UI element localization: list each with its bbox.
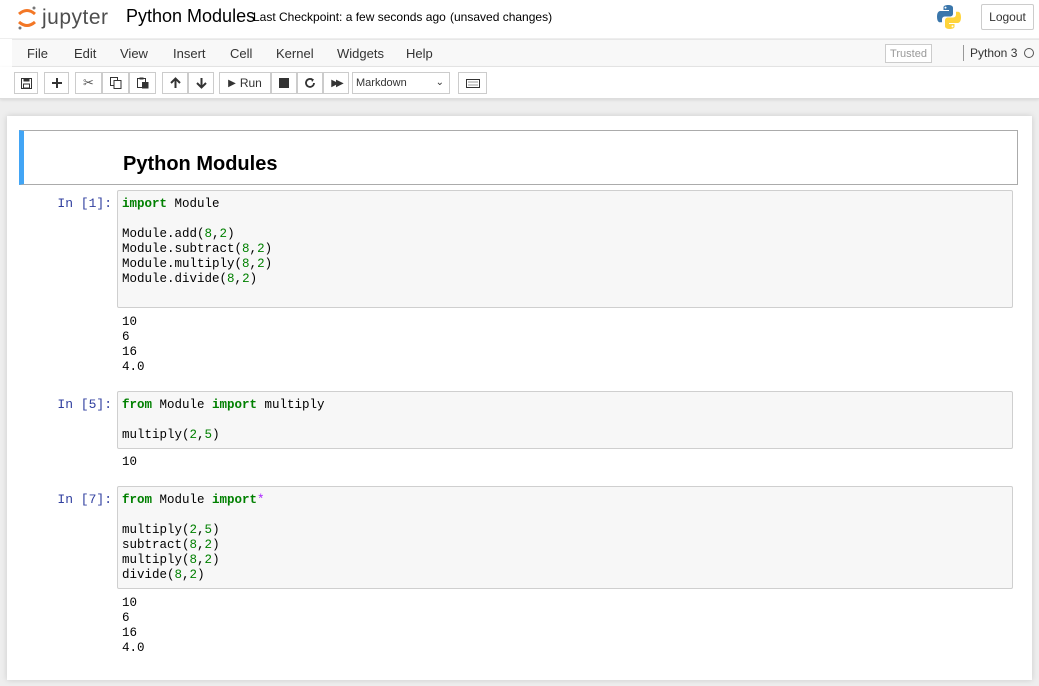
scissors-icon: ✂ <box>83 75 94 90</box>
logout-button[interactable]: Logout <box>981 4 1034 30</box>
cut-button[interactable]: ✂ <box>75 72 102 94</box>
save-button[interactable] <box>14 72 38 94</box>
keyboard-icon <box>465 78 480 88</box>
checkpoint-status: Last Checkpoint: a few seconds ago <box>253 10 446 24</box>
move-up-button[interactable] <box>162 72 188 94</box>
paste-button[interactable] <box>129 72 156 94</box>
run-button[interactable]: ▶ Run <box>219 72 271 94</box>
cell-output: 10 6 16 4.0 <box>122 596 145 655</box>
markdown-heading: Python Modules <box>123 153 278 175</box>
notebook-container: Python Modules In [1]: import Module Mod… <box>7 116 1032 680</box>
save-icon <box>20 77 32 89</box>
menu-view[interactable]: View <box>120 46 148 61</box>
cell-output: 10 <box>122 455 138 469</box>
arrow-down-icon <box>195 78 207 89</box>
menu-edit[interactable]: Edit <box>74 46 96 61</box>
menu-kernel[interactable]: Kernel <box>276 46 314 61</box>
paste-icon <box>136 77 148 89</box>
kernel-name: Python 3 <box>963 45 1017 61</box>
code-cell-input[interactable]: import Module Module.add(8,2) Module.sub… <box>117 190 1013 308</box>
jupyter-logo[interactable]: jupyter <box>16 4 109 32</box>
copy-icon <box>109 77 121 89</box>
code-text: from Module import multiply multiply(2,5… <box>122 398 325 442</box>
move-down-button[interactable] <box>188 72 214 94</box>
refresh-icon <box>305 78 315 88</box>
copy-button[interactable] <box>102 72 129 94</box>
python-logo-icon <box>937 5 961 29</box>
run-label: Run <box>239 76 262 90</box>
command-palette-button[interactable] <box>458 72 487 94</box>
cell-output: 10 6 16 4.0 <box>122 315 145 374</box>
menubar: File Edit View Insert Cell Kernel Widget… <box>0 39 1039 67</box>
cell-type-value: Markdown <box>356 77 407 89</box>
input-prompt: In [1]: <box>57 196 112 211</box>
arrow-up-icon <box>169 77 181 88</box>
run-all-button[interactable]: ▶▶ <box>323 72 349 94</box>
trusted-indicator[interactable]: Trusted <box>885 44 932 63</box>
menu-file[interactable]: File <box>27 46 48 61</box>
logo-text: jupyter <box>42 6 109 29</box>
cell-type-select[interactable]: Markdown ⌄ <box>352 72 450 94</box>
code-cell-input[interactable]: from Module import* multiply(2,5) subtra… <box>117 486 1013 589</box>
chevron-down-icon: ⌄ <box>435 77 444 88</box>
unsaved-status: (unsaved changes) <box>450 10 553 24</box>
insert-cell-button[interactable] <box>44 72 69 94</box>
interrupt-button[interactable] <box>271 72 297 94</box>
kernel-status-icon <box>1024 48 1034 58</box>
header: jupyter Python Modules Last Checkpoint: … <box>0 0 1039 38</box>
jupyter-logo-icon <box>18 6 36 30</box>
play-icon: ▶ <box>228 77 236 89</box>
code-cell-input[interactable]: from Module import multiply multiply(2,5… <box>117 391 1013 449</box>
input-prompt: In [5]: <box>57 397 112 412</box>
toolbar: ✂ ▶ Run ▶▶ Markdown ⌄ <box>0 67 1039 99</box>
fast-forward-icon: ▶▶ <box>331 77 344 89</box>
menu-widgets[interactable]: Widgets <box>337 46 384 61</box>
code-text: import Module Module.add(8,2) Module.sub… <box>122 197 273 286</box>
code-text: from Module import* multiply(2,5) subtra… <box>122 493 265 582</box>
plus-icon <box>51 78 62 88</box>
stop-icon <box>279 78 289 88</box>
menu-cell[interactable]: Cell <box>230 46 252 61</box>
menu-insert[interactable]: Insert <box>173 46 206 61</box>
menu-help[interactable]: Help <box>406 46 433 61</box>
markdown-cell[interactable]: Python Modules <box>19 130 1018 185</box>
restart-button[interactable] <box>297 72 323 94</box>
input-prompt: In [7]: <box>57 492 112 507</box>
notebook-title[interactable]: Python Modules <box>126 6 255 27</box>
